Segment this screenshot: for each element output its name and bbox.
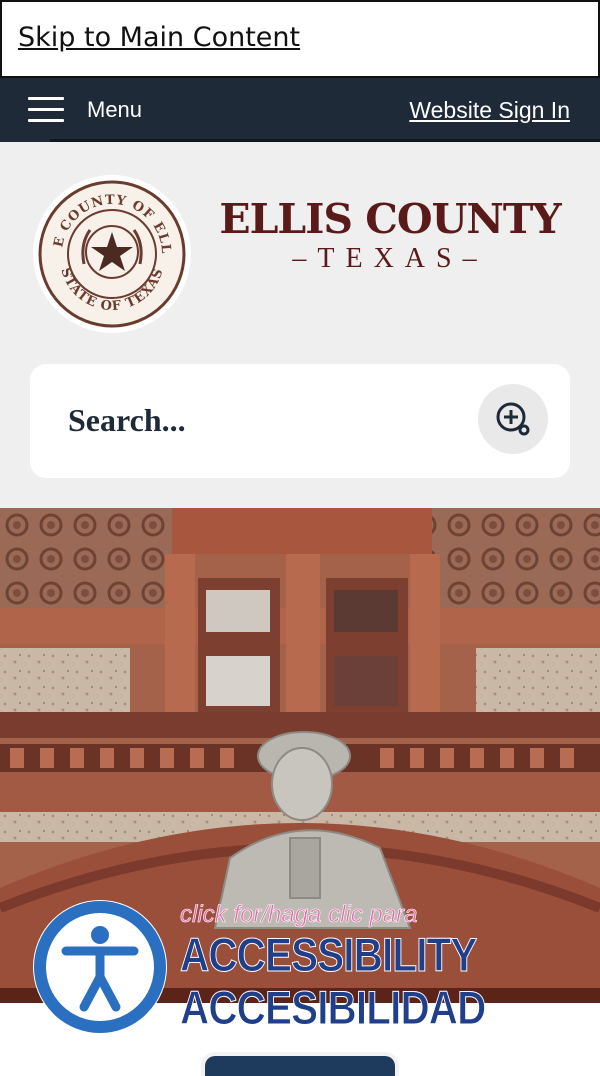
brand-title: ELLIS COUNTY (219, 195, 561, 243)
county-seal-logo[interactable]: THE COUNTY OF ELLIS STATE OF TEXAS (32, 174, 192, 334)
top-nav-bar: Menu Website Sign In (0, 78, 600, 142)
search-box[interactable]: Search... (30, 364, 570, 478)
brand-wordmark[interactable]: ELLIS COUNTY –TEXAS– (206, 196, 574, 274)
brand-subtitle: –TEXAS– (292, 243, 488, 274)
partial-button[interactable] (205, 1056, 395, 1076)
accessibility-person-icon (33, 900, 167, 1034)
menu-label: Menu (87, 97, 143, 122)
search-plus-icon (496, 402, 530, 436)
hamburger-icon (28, 97, 64, 123)
skip-bar: Skip to Main Content (0, 0, 600, 78)
website-sign-in-link[interactable]: Website Sign In (409, 97, 570, 124)
search-input[interactable]: Search... (68, 402, 186, 439)
skip-to-main-content-link[interactable]: Skip to Main Content (18, 22, 300, 53)
accessibility-label-en: ACCESSIBILITY (180, 928, 478, 982)
search-button[interactable] (478, 384, 548, 454)
accessibility-prompt: click for/haga clic para (180, 901, 418, 929)
header-area: THE COUNTY OF ELLIS STATE OF TEXAS ELLIS… (0, 142, 600, 508)
accessibility-widget[interactable]: click for/haga clic para ACCESSIBILITY A… (30, 897, 510, 1037)
accessibility-label-es: ACCESIBILIDAD (180, 981, 487, 1035)
menu-button[interactable]: Menu (28, 78, 142, 142)
